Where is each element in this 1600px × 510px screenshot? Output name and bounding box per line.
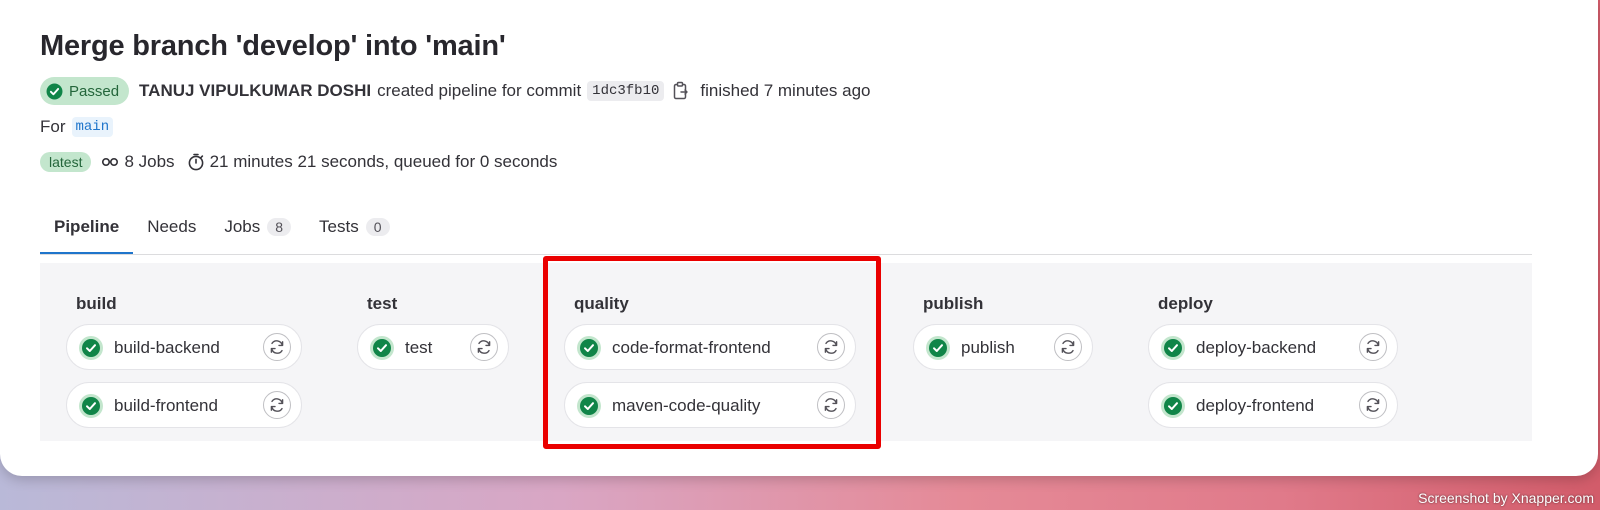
job-test[interactable]: test xyxy=(357,324,509,370)
created-text: created pipeline for commit xyxy=(377,81,582,100)
check-circle-icon xyxy=(926,336,950,360)
retry-icon xyxy=(270,398,284,412)
job-name: build-frontend xyxy=(114,396,218,415)
stage-name: test xyxy=(367,294,398,313)
job-maven-code-quality[interactable]: maven-code-quality xyxy=(564,382,856,428)
job-name: deploy-backend xyxy=(1196,338,1317,357)
for-label: For xyxy=(40,117,66,136)
retry-button[interactable] xyxy=(817,391,845,419)
stage-name: build xyxy=(76,294,117,313)
retry-button[interactable] xyxy=(263,333,291,361)
branch-link[interactable]: main xyxy=(71,117,114,137)
retry-icon xyxy=(824,398,838,412)
retry-icon xyxy=(270,340,284,354)
status-badge[interactable]: Passed xyxy=(40,77,130,105)
retry-button[interactable] xyxy=(1359,391,1387,419)
pipeline-tabs: Pipeline Needs Jobs 8 Tests 0 xyxy=(40,200,1532,255)
retry-button[interactable] xyxy=(1359,333,1387,361)
duration-text: 21 minutes 21 seconds, queued for 0 seco… xyxy=(209,152,558,171)
tab-label: Tests xyxy=(319,216,359,236)
jobs-count: 8 Jobs xyxy=(124,152,175,171)
tab-jobs[interactable]: Jobs 8 xyxy=(210,200,305,253)
watermark: Screenshot by Xnapper.com xyxy=(1418,490,1594,506)
retry-icon xyxy=(477,340,491,354)
pipeline-jobs-icon xyxy=(102,158,119,167)
pipeline-info: latest 8 Jobs 21 minutes 21 seconds, que… xyxy=(40,150,557,174)
job-name: test xyxy=(405,338,433,357)
job-name: code-format-frontend xyxy=(612,338,771,357)
pipeline-meta: Passed TANUJ VIPULKUMAR DOSHI created pi… xyxy=(40,77,871,105)
check-circle-icon xyxy=(577,336,601,360)
job-build-backend[interactable]: build-backend xyxy=(66,324,302,370)
status-label: Passed xyxy=(69,82,120,100)
tab-label: Needs xyxy=(147,216,197,236)
job-code-format-frontend[interactable]: code-format-frontend xyxy=(564,324,856,370)
check-circle-icon xyxy=(370,336,394,360)
retry-button[interactable] xyxy=(817,333,845,361)
check-circle-icon xyxy=(79,336,103,360)
retry-icon xyxy=(1366,398,1380,412)
check-circle-icon xyxy=(577,394,601,418)
check-circle-icon xyxy=(79,394,103,418)
retry-icon xyxy=(1366,340,1380,354)
tab-pipeline[interactable]: Pipeline xyxy=(40,200,134,254)
job-name: publish xyxy=(961,338,1015,357)
page-title: Merge branch 'develop' into 'main' xyxy=(40,30,506,62)
retry-button[interactable] xyxy=(263,391,291,419)
latest-badge: latest xyxy=(40,152,92,172)
check-circle-icon xyxy=(1161,336,1185,360)
check-circle-icon xyxy=(46,83,63,99)
tab-count-badge: 8 xyxy=(267,217,292,236)
ref-row: For main xyxy=(40,117,114,137)
retry-button[interactable] xyxy=(470,333,498,361)
job-name: maven-code-quality xyxy=(612,396,761,415)
pipeline-card: Merge branch 'develop' into 'main' Passe… xyxy=(0,0,1598,476)
finished-text: finished 7 minutes ago xyxy=(700,81,871,100)
stage-name: deploy xyxy=(1158,294,1213,313)
job-name: deploy-frontend xyxy=(1196,396,1315,415)
timer-icon xyxy=(188,153,203,171)
check-circle-icon xyxy=(1161,394,1185,418)
tab-label: Jobs xyxy=(224,216,261,236)
retry-icon xyxy=(824,340,838,354)
job-deploy-frontend[interactable]: deploy-frontend xyxy=(1148,382,1398,428)
job-build-frontend[interactable]: build-frontend xyxy=(66,382,302,428)
stage-name: quality xyxy=(574,294,629,313)
clipboard-icon[interactable] xyxy=(672,81,690,101)
retry-icon xyxy=(1061,340,1075,354)
retry-button[interactable] xyxy=(1054,333,1082,361)
tab-needs[interactable]: Needs xyxy=(133,200,210,253)
job-deploy-backend[interactable]: deploy-backend xyxy=(1148,324,1398,370)
pipeline-graph: build build-backend build-frontend test … xyxy=(40,263,1532,441)
commit-sha-link[interactable]: 1dc3fb10 xyxy=(587,81,665,101)
job-name: build-backend xyxy=(114,338,220,357)
author-link[interactable]: TANUJ VIPULKUMAR DOSHI xyxy=(139,81,371,101)
stage-name: publish xyxy=(923,294,984,313)
tab-tests[interactable]: Tests 0 xyxy=(305,200,403,253)
job-publish[interactable]: publish xyxy=(913,324,1093,370)
tab-count-badge: 0 xyxy=(365,217,390,236)
tab-label: Pipeline xyxy=(54,216,120,236)
